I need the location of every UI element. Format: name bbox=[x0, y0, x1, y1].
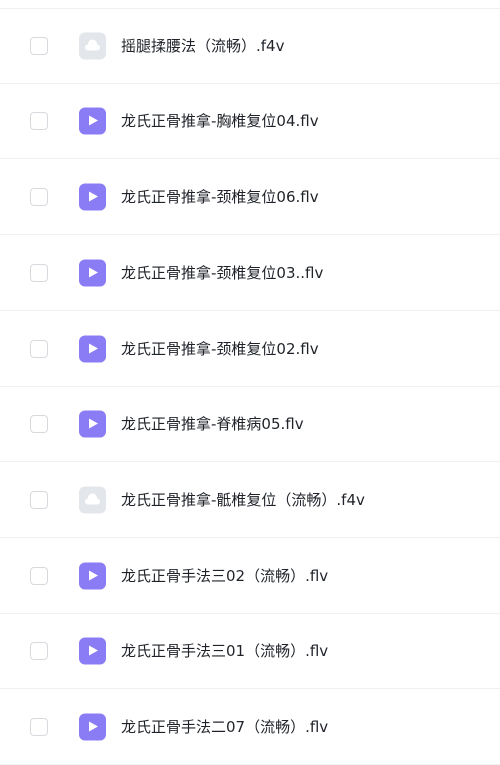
file-name[interactable]: 龙氏正骨手法二07（流畅）.flv bbox=[121, 717, 328, 737]
row-checkbox[interactable] bbox=[30, 264, 48, 282]
file-name[interactable]: 龙氏正骨推拿-胸椎复位04.flv bbox=[121, 111, 319, 131]
file-row[interactable]: 龙氏正骨推拿-骶椎复位（流畅）.f4v bbox=[0, 463, 500, 538]
file-name[interactable]: 龙氏正骨手法三01（流畅）.flv bbox=[121, 641, 328, 661]
row-checkbox[interactable] bbox=[30, 188, 48, 206]
row-checkbox[interactable] bbox=[30, 37, 48, 55]
file-row[interactable]: 龙氏正骨推拿-胸椎复位04.flv bbox=[0, 84, 500, 159]
video-file-icon bbox=[79, 335, 106, 363]
video-file-icon bbox=[79, 637, 106, 665]
row-checkbox[interactable] bbox=[30, 415, 48, 433]
file-row[interactable]: 龙氏正骨手法二07（流畅）.flv bbox=[0, 690, 500, 765]
file-row[interactable]: 摇腿揉腰法（流畅）.f4v bbox=[0, 9, 500, 84]
file-name[interactable]: 龙氏正骨手法三02（流畅）.flv bbox=[121, 566, 328, 586]
video-file-icon bbox=[79, 713, 106, 741]
file-name[interactable]: 龙氏正骨推拿-颈椎复位03..flv bbox=[121, 263, 323, 283]
file-row[interactable]: 龙氏正骨手法三02（流畅）.flv bbox=[0, 539, 500, 614]
video-file-icon bbox=[79, 410, 106, 438]
video-file-icon bbox=[79, 562, 106, 590]
file-name[interactable]: 龙氏正骨推拿-颈椎复位02.flv bbox=[121, 339, 319, 359]
file-row[interactable]: 龙氏正骨推拿-脊椎病05.flv bbox=[0, 387, 500, 462]
file-row[interactable]: 龙氏正骨手法三01（流畅）.flv bbox=[0, 614, 500, 689]
row-checkbox[interactable] bbox=[30, 567, 48, 585]
file-name[interactable]: 龙氏正骨推拿-骶椎复位（流畅）.f4v bbox=[121, 490, 365, 510]
row-checkbox[interactable] bbox=[30, 642, 48, 660]
video-file-icon bbox=[79, 259, 106, 287]
cloud-file-icon bbox=[79, 32, 106, 60]
file-list: 摇腿揉腰法（流畅）.f4v 龙氏正骨推拿-胸椎复位04.flv 龙氏正骨推拿-颈… bbox=[0, 0, 500, 765]
cloud-file-icon bbox=[79, 486, 106, 514]
file-name[interactable]: 龙氏正骨推拿-颈椎复位06.flv bbox=[121, 187, 319, 207]
row-checkbox[interactable] bbox=[30, 112, 48, 130]
video-file-icon bbox=[79, 183, 106, 211]
file-row[interactable]: 龙氏正骨推拿-颈椎复位02.flv bbox=[0, 312, 500, 387]
row-checkbox[interactable] bbox=[30, 340, 48, 358]
file-name[interactable]: 龙氏正骨推拿-脊椎病05.flv bbox=[121, 414, 304, 434]
video-file-icon bbox=[79, 107, 106, 135]
file-name[interactable]: 摇腿揉腰法（流畅）.f4v bbox=[121, 36, 284, 56]
row-checkbox[interactable] bbox=[30, 491, 48, 509]
file-row[interactable]: 龙氏正骨推拿-颈椎复位03..flv bbox=[0, 236, 500, 311]
row-checkbox[interactable] bbox=[30, 718, 48, 736]
file-row[interactable]: 龙氏正骨推拿-颈椎复位06.flv bbox=[0, 160, 500, 235]
